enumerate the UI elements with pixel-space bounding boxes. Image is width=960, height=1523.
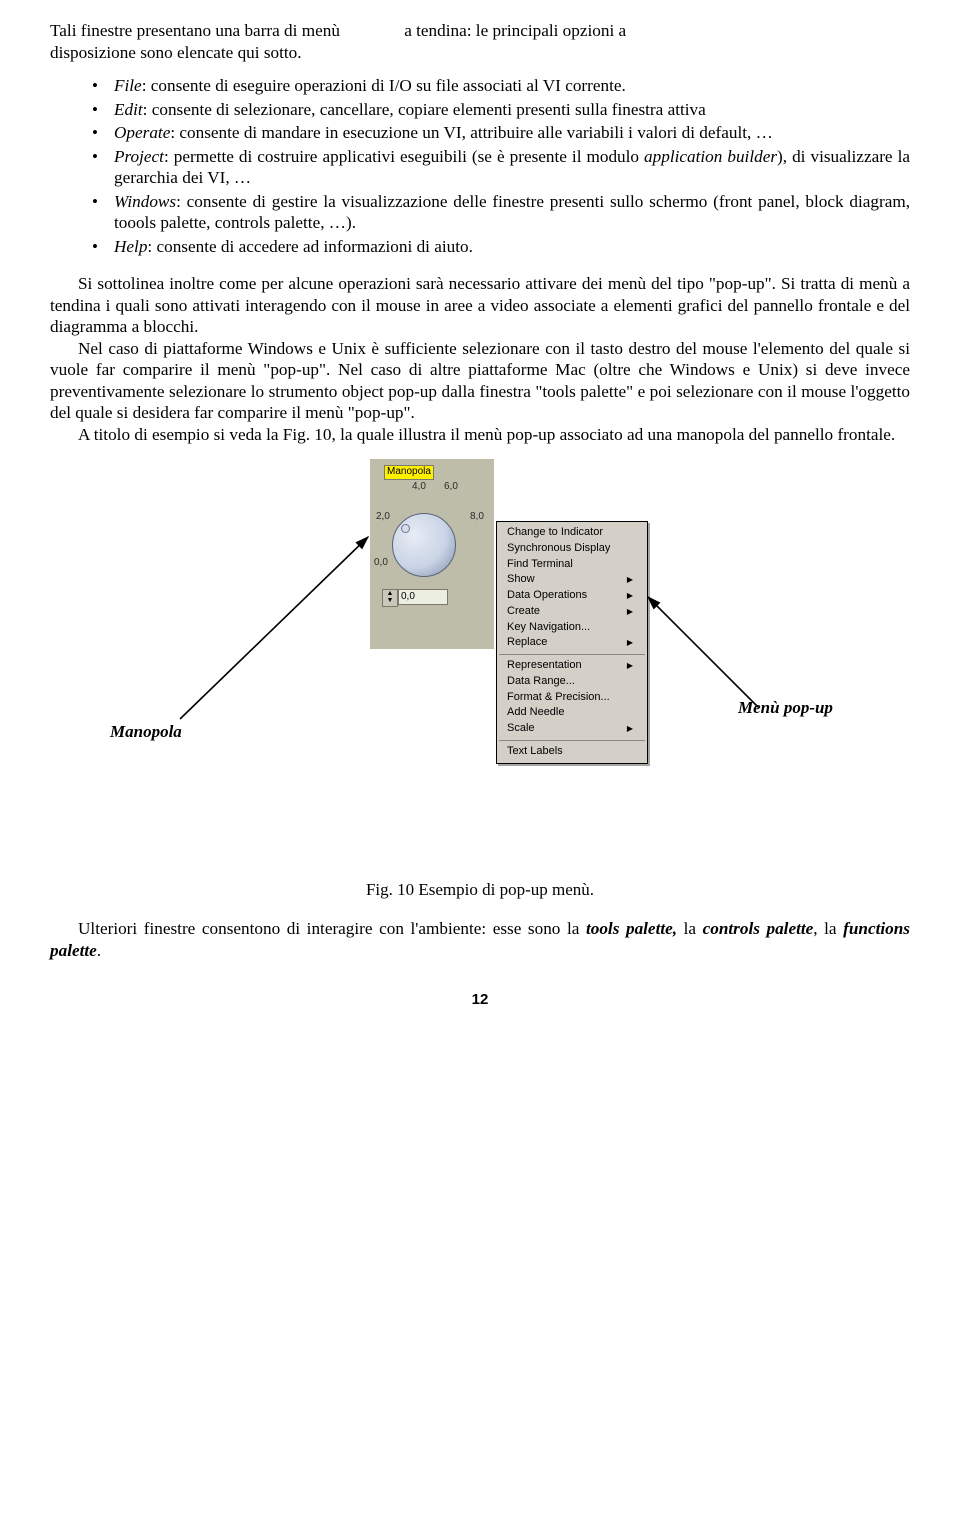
popup-item-change-to-indicator[interactable]: Change to Indicator (497, 525, 647, 541)
it2: application builder (644, 147, 777, 166)
term: Operate (114, 123, 170, 142)
popup-item-data-operations[interactable]: Data Operations▶ (497, 588, 647, 604)
term: Project (114, 147, 164, 166)
submenu-arrow-icon: ▶ (627, 724, 633, 734)
rest: : consente di eseguire operazioni di I/O… (142, 76, 626, 95)
popup-item-replace[interactable]: Replace▶ (497, 635, 647, 651)
popup-separator (499, 654, 645, 655)
figure-caption: Fig. 10 Esempio di pop-up menù. (50, 879, 910, 900)
bullet-project: Project: permette di costruire applicati… (92, 146, 910, 189)
submenu-arrow-icon: ▶ (627, 607, 633, 617)
arrow-to-popup-icon (640, 589, 810, 719)
tick-6: 6,0 (444, 481, 458, 494)
rest: : consente di mandare in esecuzione un V… (170, 123, 772, 142)
paragraph-3: Nel caso di piattaforme Windows e Unix è… (50, 338, 910, 424)
popup-item-show[interactable]: Show▶ (497, 572, 647, 588)
popup-item-format-precision[interactable]: Format & Precision... (497, 690, 647, 706)
figure-10: Manopola 4,0 6,0 2,0 8,0 0,0 ▲▼ 0,0 Chan… (50, 459, 910, 869)
bullet-windows: Windows: consente di gestire la visualiz… (92, 191, 910, 234)
submenu-arrow-icon: ▶ (627, 638, 633, 648)
popup-menu: Change to Indicator Synchronous Display … (496, 521, 648, 764)
rest: : permette di costruire applicativi eseg… (164, 147, 644, 166)
paragraph-2: Si sottolinea inoltre come per alcune op… (50, 273, 910, 338)
submenu-arrow-icon: ▶ (627, 591, 633, 601)
menu-bullets: File: consente di eseguire operazioni di… (50, 75, 910, 257)
page: Tali finestre presentano una barra di me… (0, 0, 960, 1050)
front-panel-snippet: Manopola 4,0 6,0 2,0 8,0 0,0 ▲▼ 0,0 (370, 459, 494, 649)
popup-item-create[interactable]: Create▶ (497, 604, 647, 620)
paragraph-5: Ulteriori finestre consentono di interag… (50, 918, 910, 961)
popup-item-find-terminal[interactable]: Find Terminal (497, 557, 647, 573)
tick-8: 8,0 (470, 511, 484, 524)
popup-item-scale[interactable]: Scale▶ (497, 721, 647, 737)
bullet-operate: Operate: consente di mandare in esecuzio… (92, 122, 910, 144)
tick-4: 4,0 (412, 481, 426, 494)
paragraph-4: A titolo di esempio si veda la Fig. 10, … (50, 424, 910, 446)
knob-caption-label: Manopola (384, 465, 434, 480)
knob-dial[interactable] (392, 513, 456, 577)
numeric-spinner[interactable]: ▲▼ (382, 589, 398, 607)
intro-line2: disposizione sono elencate qui sotto. (50, 43, 302, 62)
bullet-edit: Edit: consente di selezionare, cancellar… (92, 99, 910, 121)
popup-item-data-range[interactable]: Data Range... (497, 674, 647, 690)
intro-a: Tali finestre presentano una barra di me… (50, 21, 344, 40)
arrow-to-knob-icon (150, 519, 380, 729)
rest: : consente di selezionare, cancellare, c… (143, 100, 706, 119)
term: Windows (114, 192, 176, 211)
page-number: 12 (50, 991, 910, 1010)
rest: : consente di accedere ad informazioni d… (147, 237, 472, 256)
knob-value-field[interactable]: 0,0 (398, 589, 448, 605)
term: File (114, 76, 142, 95)
bullet-help: Help: consente di accedere ad informazio… (92, 236, 910, 258)
popup-item-text-labels[interactable]: Text Labels (497, 744, 647, 760)
popup-item-add-needle[interactable]: Add Needle (497, 705, 647, 721)
submenu-arrow-icon: ▶ (627, 661, 633, 671)
intro-b: a tendina: le principali opzioni a (404, 21, 626, 40)
rest: : consente di gestire la visualizzazione… (114, 192, 910, 233)
term: Edit (114, 100, 143, 119)
bullet-file: File: consente di eseguire operazioni di… (92, 75, 910, 97)
popup-item-representation[interactable]: Representation▶ (497, 658, 647, 674)
submenu-arrow-icon: ▶ (627, 575, 633, 585)
popup-separator (499, 740, 645, 741)
popup-item-key-navigation[interactable]: Key Navigation... (497, 620, 647, 636)
intro-paragraph: Tali finestre presentano una barra di me… (50, 20, 910, 63)
popup-item-synchronous-display[interactable]: Synchronous Display (497, 541, 647, 557)
term: Help (114, 237, 147, 256)
